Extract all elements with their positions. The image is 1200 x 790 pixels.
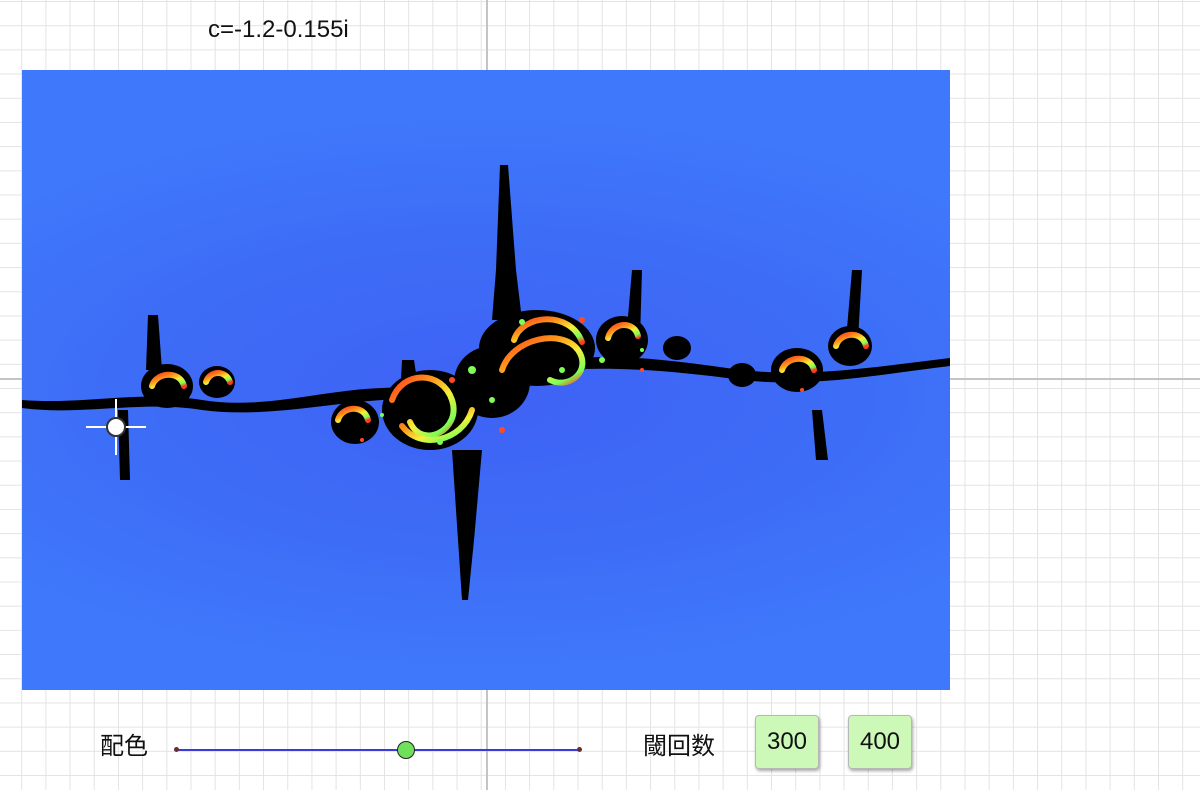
c-value-label: c=-1.2-0.155i bbox=[208, 16, 349, 43]
color-scheme-label: 配色 bbox=[100, 733, 148, 760]
slider-max-endpoint bbox=[577, 747, 582, 752]
y-axis-arrow-icon: ⌃ bbox=[477, 0, 497, 5]
threshold-label: 閾回数 bbox=[643, 733, 715, 760]
threshold-300-button[interactable]: 300 bbox=[755, 715, 819, 769]
crosshair-point-icon[interactable] bbox=[84, 395, 148, 459]
color-slider-track[interactable] bbox=[176, 749, 580, 751]
fractal-body bbox=[22, 165, 950, 600]
threshold-400-button[interactable]: 400 bbox=[848, 715, 912, 769]
slider-min-endpoint bbox=[174, 747, 179, 752]
color-slider-knob[interactable] bbox=[397, 741, 416, 759]
julia-set-image bbox=[22, 70, 950, 690]
